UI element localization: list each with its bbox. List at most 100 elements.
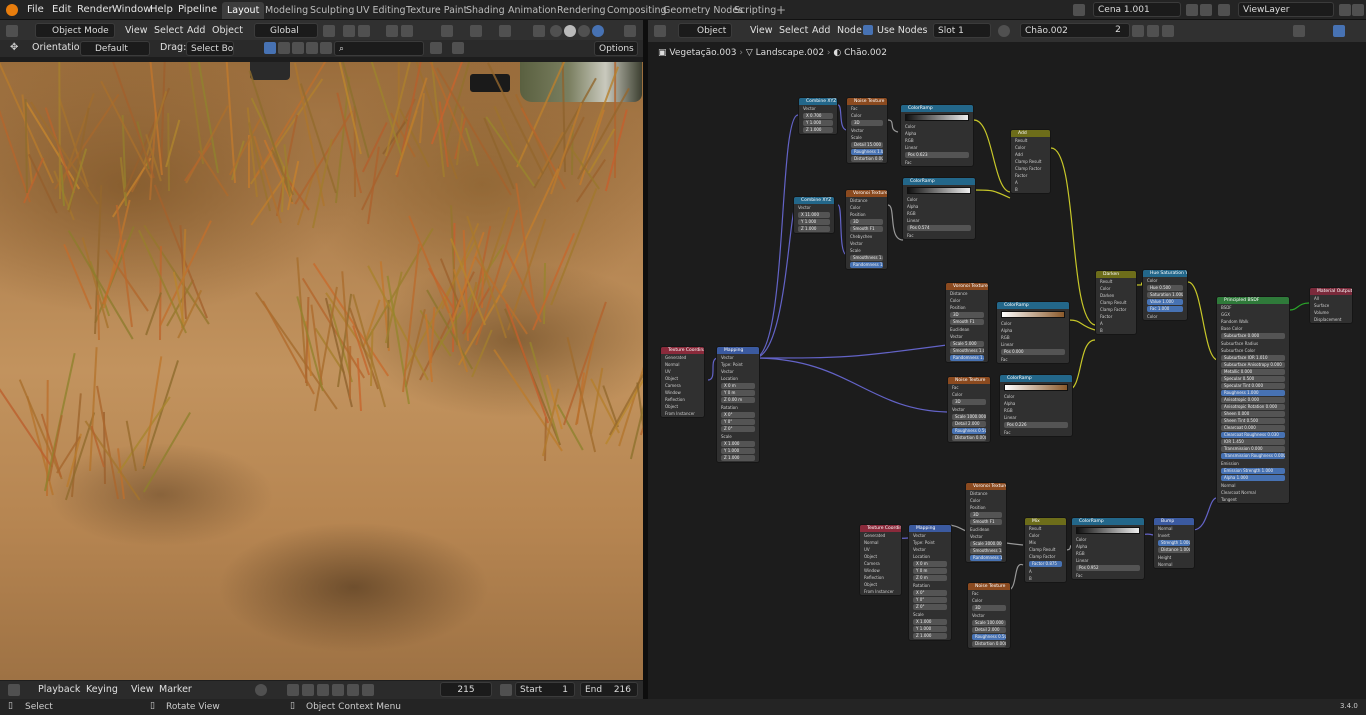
view-layer-copy-icon[interactable] (1339, 4, 1351, 16)
menu-pipeline[interactable]: Pipeline (178, 3, 217, 17)
play-icon[interactable] (332, 684, 344, 696)
node-darken[interactable]: Darken Result Color Darken Clamp Result Clamp… (1095, 270, 1137, 335)
node-slider[interactable]: X 0 m (721, 383, 755, 389)
node-noise2[interactable]: Noise Texture Fac Color 3D Vector Scale 1000.… (947, 376, 991, 443)
node-hsv[interactable]: Hue Saturation ValueColorHue 0.500Satura… (1142, 269, 1188, 321)
node-slider[interactable]: X 0° (913, 590, 947, 596)
node-slider[interactable]: Smooth F1 (970, 519, 1002, 525)
scene-close-icon[interactable] (1200, 4, 1212, 16)
node-slider[interactable]: Distance 1.000 (1158, 547, 1190, 553)
node-slider[interactable]: Clearcoat 0.000 (1221, 425, 1285, 431)
preview-range-icon[interactable] (500, 684, 512, 696)
node-slider[interactable]: Y 0 m (721, 390, 755, 396)
color-ramp-gradient[interactable] (1004, 384, 1068, 391)
select-extend-icon[interactable] (278, 42, 290, 54)
node-slider[interactable]: Hue 0.500 (1147, 285, 1183, 291)
node-ramp1[interactable]: ColorRamp Color Alpha RGB Linear Pos 0.623 Fac (900, 104, 974, 167)
node-slider[interactable]: Factor 0.875 (1029, 561, 1062, 567)
select-intersect-icon[interactable] (320, 42, 332, 54)
prev-keyframe-icon[interactable] (302, 684, 314, 696)
node-texcoord2[interactable]: Texture CoordinateGenerated Normal UV Objec… (859, 524, 902, 596)
node-slider[interactable]: Y 1.000 (913, 626, 947, 632)
node-ramp2[interactable]: ColorRamp Color Alpha RGB Linear Pos 0.574 Fac (902, 177, 976, 240)
3d-viewport[interactable] (0, 62, 643, 680)
orientation-select[interactable]: Default (80, 41, 150, 56)
proportional-icon[interactable] (386, 25, 398, 37)
node-slider[interactable]: Smooth F1 (950, 319, 984, 325)
node-slider[interactable]: 3D (952, 399, 986, 405)
node-slider[interactable]: Z 1.000 (721, 455, 755, 461)
menu-file[interactable]: File (27, 3, 44, 17)
timeline-menu-marker[interactable]: Marker (159, 683, 192, 697)
node-slider[interactable]: Clearcoat Roughness 0.030 (1221, 432, 1285, 438)
node-bump[interactable]: Bump Normal Invert Strength 1.000 Distance 1… (1153, 517, 1195, 569)
node-slider[interactable]: X 1.000 (721, 441, 755, 447)
current-frame-field[interactable]: 215 (440, 682, 492, 697)
node-slider[interactable]: Fac 1.000 (1147, 306, 1183, 312)
node-slider[interactable]: Detail 2.000 (972, 627, 1006, 633)
node-slider[interactable]: Specular Tint 0.000 (1221, 383, 1285, 389)
node-add1[interactable]: Add Result Color Add Clamp Result Clamp Facto… (1010, 129, 1051, 194)
object-mode-select[interactable]: Object Mode (35, 23, 115, 38)
view-layer-close-icon[interactable] (1352, 4, 1364, 16)
node-slider[interactable]: Roughness 1.000 (1221, 390, 1285, 396)
node-slider[interactable]: Smoothness 1.000 (850, 255, 883, 261)
node-slider[interactable]: Anisotropic Rotation 0.000 (1221, 404, 1285, 410)
pivot-icon[interactable] (323, 25, 335, 37)
blender-logo-icon[interactable] (6, 4, 18, 16)
node-slider[interactable]: Subsurface IOR 1.010 (1221, 355, 1285, 361)
menu-window[interactable]: Window (112, 3, 151, 17)
select-invert-icon[interactable] (306, 42, 318, 54)
rendered-shading-icon[interactable] (592, 25, 604, 37)
node-editor[interactable]: Object View Select Add Node Use Nodes Sl… (648, 20, 1366, 699)
node-slider[interactable]: Transmission Roughness 0.000 (1221, 453, 1285, 459)
scene-field[interactable]: Cena 1.001 (1093, 2, 1181, 17)
node-slider[interactable]: Pos 0.952 (1076, 565, 1140, 571)
menu-help[interactable]: Help (150, 3, 173, 17)
node-slider[interactable]: X 1.000 (913, 619, 947, 625)
node-slider[interactable]: Y 1.000 (798, 219, 830, 225)
node-slider[interactable]: Roughness 1.000 (851, 149, 883, 155)
solid-shading-icon[interactable] (564, 25, 576, 37)
timeline-menu-keying[interactable]: Keying (86, 683, 118, 697)
node-slider[interactable]: Distortion 0.000 (851, 156, 883, 162)
options-button[interactable]: Options (594, 41, 638, 56)
node-slider[interactable]: Z 1.000 (798, 226, 830, 232)
tab-layout[interactable]: Layout (222, 2, 265, 19)
node-slider[interactable]: Subsurface Anisotropy 0.000 (1221, 362, 1285, 368)
node-slider[interactable]: X 0 m (913, 561, 947, 567)
snap-icon[interactable] (343, 25, 355, 37)
node-slider[interactable]: Scale 5.000 (950, 341, 984, 347)
node-slider[interactable]: Scale 1000.000 (952, 414, 986, 420)
view-layer-icon[interactable] (1218, 4, 1230, 16)
node-mapping1[interactable]: Mapping Vector Type: Point Vector Location X … (716, 346, 760, 463)
node-slider[interactable]: Pos 0.226 (1004, 422, 1068, 428)
node-slider[interactable]: 3D (972, 605, 1006, 611)
node-voronoi3[interactable]: Voronoi Texture Distance Color Position 3D Sm… (965, 482, 1007, 563)
add-workspace-button[interactable]: + (776, 3, 786, 17)
node-ramp4[interactable]: ColorRamp Color Alpha RGB Linear Pos 0.226 Fac (999, 374, 1073, 437)
node-combine1[interactable]: Combine XYZ Vector X 0.700 Y 1.000 Z 1.000 (798, 97, 838, 135)
node-slider[interactable]: Sheen Tint 0.500 (1221, 418, 1285, 424)
viewport-search-input[interactable]: ⌕ (334, 41, 424, 56)
tab-scripting[interactable]: Scripting (729, 2, 781, 19)
node-slider[interactable]: Distortion 0.000 (972, 641, 1006, 647)
color-ramp-gradient[interactable] (905, 114, 969, 121)
node-slider[interactable]: Value 1.000 (1147, 299, 1183, 305)
node-slider[interactable]: Roughness 0.500 (972, 634, 1006, 640)
node-slider[interactable]: X 0.700 (803, 113, 833, 119)
node-noise3[interactable]: Noise Texture Fac Color 3D Vector Scale 100.0… (967, 582, 1011, 649)
node-combine2[interactable]: Combine XYZ Vector X 11.000 Y 1.000 Z 1.000 (793, 196, 835, 234)
falloff-icon[interactable] (401, 25, 413, 37)
record-icon[interactable] (255, 684, 267, 696)
overlay-icon[interactable] (499, 25, 511, 37)
node-slider[interactable]: Metallic 0.000 (1221, 369, 1285, 375)
node-slider[interactable]: Detail 2.000 (952, 421, 986, 427)
node-slider[interactable]: 3D (970, 512, 1002, 518)
menu-edit[interactable]: Edit (52, 3, 71, 17)
node-slider[interactable]: Smooth F1 (850, 226, 883, 232)
node-slider[interactable]: Z 0.00 m (721, 397, 755, 403)
transform-orientation-select[interactable]: Global (254, 23, 318, 38)
viewport-menu-add[interactable]: Add (187, 24, 205, 38)
wireframe-shading-icon[interactable] (550, 25, 562, 37)
